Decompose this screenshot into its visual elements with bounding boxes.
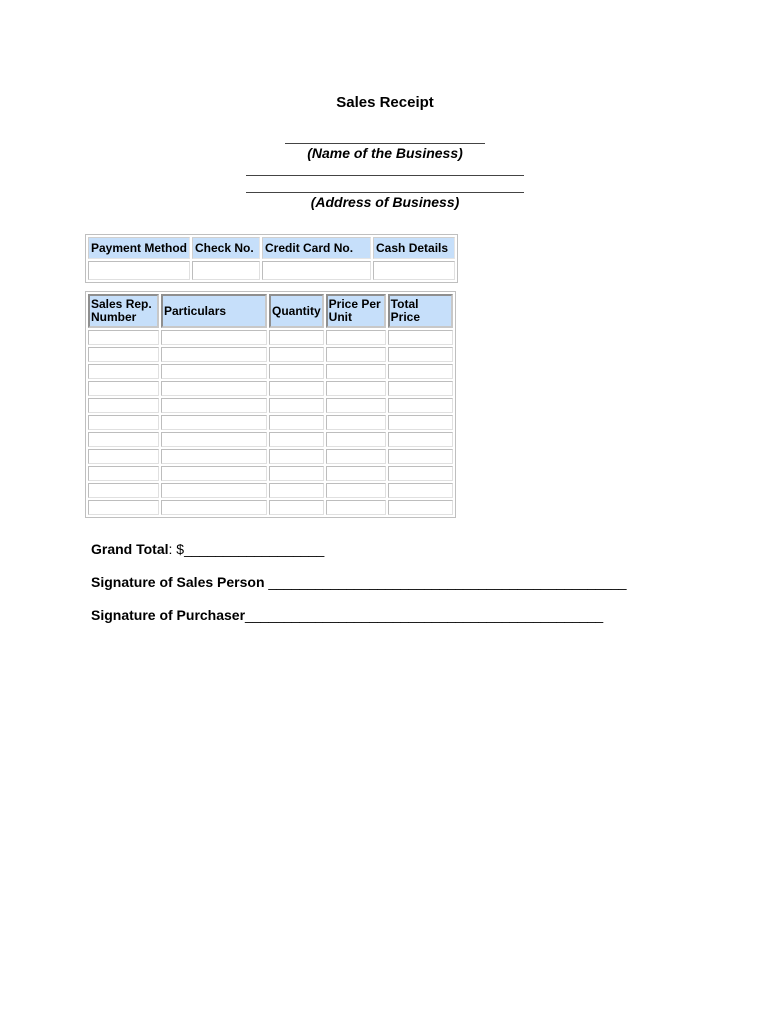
table-row <box>88 466 453 481</box>
grand-total-line: Grand Total: $__________________ <box>91 541 324 557</box>
table-row <box>88 483 453 498</box>
price-per-unit-cell[interactable] <box>325 330 386 345</box>
grand-total-label: Grand Total <box>91 541 169 557</box>
page-title: Sales Receipt <box>336 94 434 111</box>
table-row <box>88 398 453 413</box>
sales-rep-number-cell[interactable] <box>88 500 159 515</box>
price-per-unit-cell[interactable] <box>325 432 386 447</box>
purchaser-signature-label: Signature of Purchaser <box>91 607 246 623</box>
sales-rep-number-cell[interactable] <box>88 347 159 362</box>
particulars-cell[interactable] <box>161 415 267 430</box>
header-payment-method: Payment Method <box>88 237 191 259</box>
particulars-cell[interactable] <box>161 466 267 481</box>
particulars-cell[interactable] <box>161 398 267 413</box>
total-price-cell[interactable] <box>387 432 453 447</box>
header-particulars: Particulars <box>161 294 267 328</box>
sales-rep-number-cell[interactable] <box>88 449 159 464</box>
price-per-unit-cell[interactable] <box>325 347 386 362</box>
payment-table: Payment Method Check No. Credit Card No.… <box>85 234 458 283</box>
header-sales-rep-number: Sales Rep. Number <box>88 294 159 328</box>
total-price-cell[interactable] <box>387 500 453 515</box>
sales-person-signature-label: Signature of Sales Person <box>91 574 265 590</box>
table-row <box>88 364 453 379</box>
quantity-cell[interactable] <box>269 466 324 481</box>
sales-rep-number-cell[interactable] <box>88 432 159 447</box>
price-per-unit-cell[interactable] <box>325 398 386 413</box>
price-per-unit-cell[interactable] <box>325 466 386 481</box>
price-per-unit-cell[interactable] <box>325 483 386 498</box>
quantity-cell[interactable] <box>269 347 324 362</box>
business-name-caption: (Name of the Business) <box>307 145 463 161</box>
quantity-cell[interactable] <box>269 415 324 430</box>
business-name-line <box>285 143 485 144</box>
quantity-cell[interactable] <box>269 483 324 498</box>
total-price-cell[interactable] <box>387 415 453 430</box>
table-row <box>88 347 453 362</box>
particulars-cell[interactable] <box>161 381 267 396</box>
table-row <box>88 449 453 464</box>
credit-card-no-cell[interactable] <box>262 261 372 280</box>
table-row <box>88 381 453 396</box>
check-no-cell[interactable] <box>192 261 261 280</box>
header-total-price: Total Price <box>387 294 453 328</box>
particulars-cell[interactable] <box>161 364 267 379</box>
sales-rep-number-cell[interactable] <box>88 364 159 379</box>
price-per-unit-cell[interactable] <box>325 415 386 430</box>
particulars-cell[interactable] <box>161 449 267 464</box>
items-table-header-row: Sales Rep. Number Particulars Quantity P… <box>88 294 453 328</box>
payment-table-header-row: Payment Method Check No. Credit Card No.… <box>88 237 455 259</box>
table-row <box>88 432 453 447</box>
total-price-cell[interactable] <box>387 466 453 481</box>
quantity-cell[interactable] <box>269 330 324 345</box>
total-price-cell[interactable] <box>387 381 453 396</box>
sales-rep-number-cell[interactable] <box>88 330 159 345</box>
total-price-cell[interactable] <box>387 449 453 464</box>
sales-rep-number-cell[interactable] <box>88 483 159 498</box>
quantity-cell[interactable] <box>269 432 324 447</box>
price-per-unit-cell[interactable] <box>325 500 386 515</box>
sales-person-signature-blank[interactable]: ________________________________________… <box>265 574 626 590</box>
particulars-cell[interactable] <box>161 330 267 345</box>
items-table: Sales Rep. Number Particulars Quantity P… <box>85 291 456 518</box>
table-row <box>88 261 455 280</box>
sales-rep-number-cell[interactable] <box>88 398 159 413</box>
header-cash-details: Cash Details <box>373 237 455 259</box>
total-price-cell[interactable] <box>387 347 453 362</box>
quantity-cell[interactable] <box>269 449 324 464</box>
sales-rep-number-cell[interactable] <box>88 381 159 396</box>
particulars-cell[interactable] <box>161 347 267 362</box>
total-price-cell[interactable] <box>387 364 453 379</box>
total-price-cell[interactable] <box>387 483 453 498</box>
particulars-cell[interactable] <box>161 500 267 515</box>
purchaser-signature-blank[interactable]: ________________________________________… <box>245 607 603 623</box>
sales-person-signature-line: Signature of Sales Person ______________… <box>91 574 627 590</box>
business-address-line-2 <box>246 192 524 193</box>
quantity-cell[interactable] <box>269 381 324 396</box>
sales-rep-number-cell[interactable] <box>88 415 159 430</box>
quantity-cell[interactable] <box>269 364 324 379</box>
purchaser-signature-line: Signature of Purchaser__________________… <box>91 607 603 623</box>
quantity-cell[interactable] <box>269 398 324 413</box>
business-address-line-1 <box>246 175 524 176</box>
table-row <box>88 500 453 515</box>
payment-method-cell[interactable] <box>88 261 191 280</box>
particulars-cell[interactable] <box>161 483 267 498</box>
total-price-cell[interactable] <box>387 330 453 345</box>
particulars-cell[interactable] <box>161 432 267 447</box>
sales-rep-number-cell[interactable] <box>88 466 159 481</box>
table-row <box>88 330 453 345</box>
price-per-unit-cell[interactable] <box>325 449 386 464</box>
cash-details-cell[interactable] <box>373 261 455 280</box>
quantity-cell[interactable] <box>269 500 324 515</box>
header-quantity: Quantity <box>269 294 324 328</box>
table-row <box>88 415 453 430</box>
total-price-cell[interactable] <box>387 398 453 413</box>
header-credit-card-no: Credit Card No. <box>262 237 372 259</box>
price-per-unit-cell[interactable] <box>325 364 386 379</box>
grand-total-blank[interactable]: : $__________________ <box>169 541 325 557</box>
header-price-per-unit: Price Per Unit <box>325 294 386 328</box>
price-per-unit-cell[interactable] <box>325 381 386 396</box>
business-address-caption: (Address of Business) <box>310 194 460 210</box>
header-check-no: Check No. <box>192 237 261 259</box>
